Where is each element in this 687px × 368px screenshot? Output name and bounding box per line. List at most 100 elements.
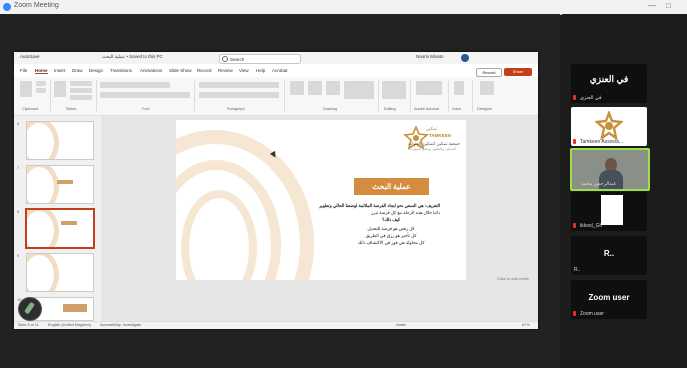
thumb-heading xyxy=(63,304,87,312)
tab-transitions[interactable]: Transitions xyxy=(110,68,132,73)
tab-acrobat[interactable]: Acrobat xyxy=(272,68,288,73)
tab-slide-show[interactable]: Slide Show xyxy=(169,68,192,73)
powerpoint-window: AutoSave عملية البحث • Saved to this PC … xyxy=(14,52,538,329)
document-title: عملية البحث • Saved to this PC xyxy=(102,54,163,59)
ribbon: Clipboard Slides Font Paragraph Drawing … xyxy=(14,77,538,116)
slide-text-line: كل رفض هو فرصة للتعديل xyxy=(367,226,415,231)
align-icons[interactable] xyxy=(199,92,279,98)
self-view-camera[interactable] xyxy=(18,297,42,321)
participant-tile[interactable]: Zoom user Zoom user xyxy=(571,280,647,319)
zoom-logo-icon xyxy=(3,3,11,11)
tamkeen-logo-icon xyxy=(595,111,623,141)
divider xyxy=(472,80,473,112)
maximize-button[interactable]: □ xyxy=(666,1,671,10)
group-label-voice: Voice xyxy=(452,107,462,111)
font-name-select[interactable] xyxy=(100,82,170,88)
ppt-titlebar: AutoSave عملية البحث • Saved to this PC … xyxy=(14,52,538,64)
current-slide[interactable]: تمكين TAMKEEN جمعية تمكين لتمكين الفتيات… xyxy=(176,120,466,280)
user-name: Naomi Misato xyxy=(416,54,444,59)
autosave-label[interactable]: AutoSave xyxy=(20,54,40,59)
group-label-clipboard: Clipboard xyxy=(22,107,39,111)
avatar[interactable] xyxy=(461,54,469,62)
slide-thumbnail[interactable] xyxy=(26,165,94,204)
status-accessibility[interactable]: Accessibility: Investigate xyxy=(100,323,141,327)
divider xyxy=(284,80,285,112)
mic-muted-icon xyxy=(573,223,576,228)
tab-help[interactable]: Help xyxy=(256,68,265,73)
tab-animations[interactable]: Animations xyxy=(140,68,162,73)
logo-tagline: التمكين والتطوير وصقل المهارات xyxy=(408,147,456,151)
thumb-heading xyxy=(61,221,77,225)
notes-placeholder[interactable]: Click to add notes xyxy=(497,276,529,281)
dictate-icon[interactable] xyxy=(454,81,464,95)
logo-english-text: TAMKEEN xyxy=(429,133,451,138)
layout-icon[interactable] xyxy=(70,81,92,86)
slide-number: 6 xyxy=(17,121,20,126)
tab-file[interactable]: File xyxy=(20,68,27,73)
status-language[interactable]: English (United Kingdom) xyxy=(48,323,91,327)
arrange-icon[interactable] xyxy=(308,81,322,95)
group-label-paragraph: Paragraph xyxy=(227,107,245,111)
font-format-icons[interactable] xyxy=(100,92,190,98)
tab-view[interactable]: View xyxy=(239,68,249,73)
slide-text-line: كل محاولة هي فوز في الاكتشاف ذاتك xyxy=(357,240,425,245)
divider xyxy=(194,80,195,112)
participant-tile[interactable]: في العنزي في العنزي xyxy=(571,64,647,103)
divider xyxy=(448,80,449,112)
slide-thumbnail[interactable] xyxy=(26,253,94,292)
quick-styles-icon[interactable] xyxy=(326,81,340,95)
designer-icon[interactable] xyxy=(480,81,494,95)
divider xyxy=(50,80,51,112)
shapes-icon[interactable] xyxy=(290,81,304,95)
share-button[interactable]: Share xyxy=(504,68,532,76)
copy-icon[interactable] xyxy=(36,88,46,93)
thumb-decoration xyxy=(27,210,59,247)
zoom-titlebar: Zoom Meeting — □ xyxy=(0,0,687,15)
group-label-slides: Slides xyxy=(66,107,77,111)
slide-text-line: ذاتنا خلال هذه الرحلة مع كل فرصة تبرز xyxy=(371,210,440,215)
participant-tile[interactable]: R.. R.. xyxy=(571,236,647,275)
create-pdf-icon[interactable] xyxy=(416,81,442,95)
slide-text-line: التعريف: هي السعي نحو ايجاد الفرصة الملا… xyxy=(319,203,440,208)
group-label-editing: Editing xyxy=(384,107,396,111)
participant-tile-active[interactable]: عبدالرحمن محمد xyxy=(570,148,650,191)
cut-icon[interactable] xyxy=(36,81,46,86)
thumb-decoration xyxy=(27,122,59,159)
search-placeholder: Search xyxy=(230,57,245,62)
participant-label: ikkool_Gh xyxy=(580,223,603,229)
minimize-button[interactable]: — xyxy=(648,1,656,10)
status-slide-count: Slide 8 of 11 xyxy=(18,323,39,327)
slide-editor: تمكين TAMKEEN جمعية تمكين لتمكين الفتيات… xyxy=(103,116,538,321)
list-icons[interactable] xyxy=(199,82,279,88)
slide-number: 7 xyxy=(17,165,20,170)
search-input[interactable]: Search xyxy=(219,54,301,64)
new-slide-icon[interactable] xyxy=(54,81,66,97)
tab-review[interactable]: Review xyxy=(218,68,233,73)
camera-icon xyxy=(24,301,35,315)
participant-label: عبدالرحمن محمد xyxy=(581,181,617,187)
editing-icons[interactable] xyxy=(382,81,406,99)
notes-button[interactable]: Notes xyxy=(396,323,406,327)
record-button[interactable]: Record xyxy=(476,68,502,77)
mic-muted-icon xyxy=(573,95,576,100)
zoom-level[interactable]: 67% xyxy=(522,323,530,327)
slide-number: 8 xyxy=(17,209,20,214)
tab-home[interactable]: Home xyxy=(35,68,48,74)
tab-record[interactable]: Record xyxy=(197,68,212,73)
participant-tile[interactable]: Tamkeen Associa... xyxy=(571,107,647,146)
slide-thumbnail[interactable] xyxy=(26,121,94,160)
tab-insert[interactable]: Insert xyxy=(54,68,65,73)
shape-fill-icons[interactable] xyxy=(344,81,374,99)
reset-icon[interactable] xyxy=(70,88,92,93)
mic-muted-icon xyxy=(573,311,576,316)
slide-text-line: كيف ذلك؟ xyxy=(381,217,401,222)
tab-draw[interactable]: Draw xyxy=(72,68,83,73)
tab-design[interactable]: Design xyxy=(89,68,103,73)
participant-name: في العنزي xyxy=(589,74,629,84)
group-label-adobe-acrobat: Adobe Acrobat xyxy=(414,107,439,111)
participant-tile[interactable]: ikkool_Gh xyxy=(571,192,647,231)
status-bar: Slide 8 of 11 English (United Kingdom) A… xyxy=(14,321,538,329)
paste-icon[interactable] xyxy=(20,81,32,97)
slide-thumbnail-selected[interactable] xyxy=(25,208,95,249)
section-icon[interactable] xyxy=(70,95,92,100)
